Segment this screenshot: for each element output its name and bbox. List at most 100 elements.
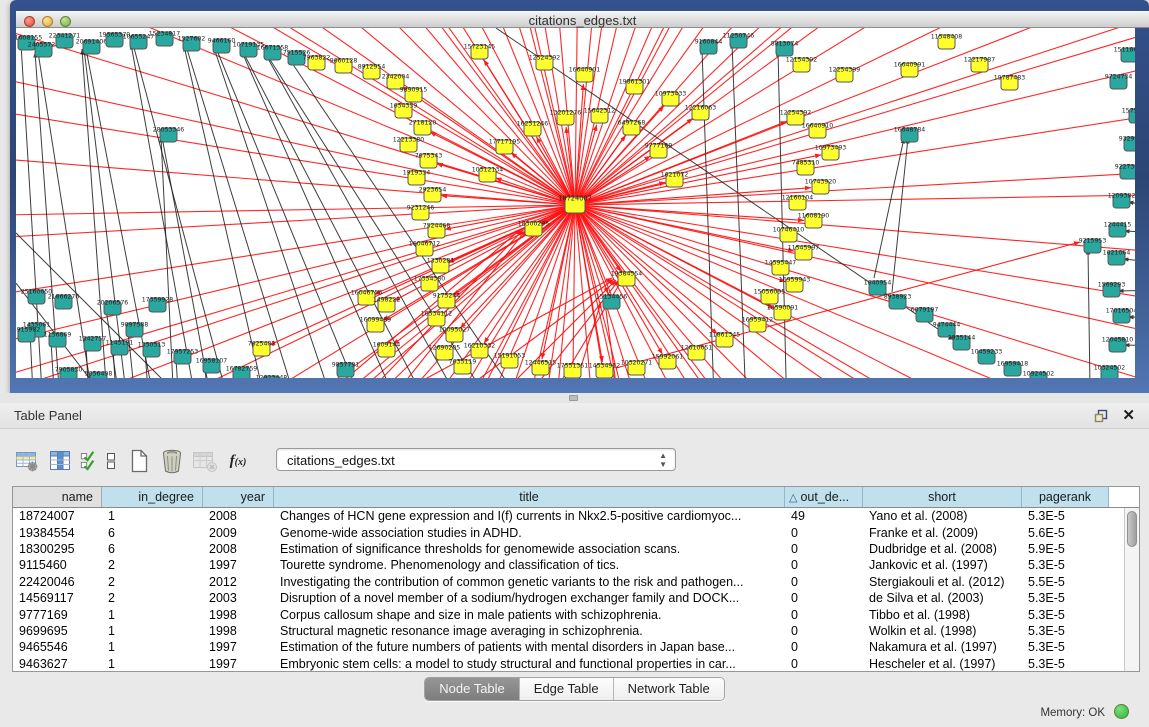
- table-cell[interactable]: 5.3E-5: [1022, 558, 1109, 572]
- table-cell[interactable]: 9465546: [13, 640, 102, 654]
- float-panel-icon[interactable]: [1093, 408, 1109, 424]
- table-cell[interactable]: 5.3E-5: [1022, 624, 1109, 638]
- table-cell[interactable]: 0: [785, 526, 863, 540]
- split-divider[interactable]: [0, 393, 1149, 403]
- table-cell[interactable]: Wolkin et al. (1998): [863, 624, 1022, 638]
- import-table-icon[interactable]: [192, 447, 218, 475]
- table-cell[interactable]: 0: [785, 657, 863, 671]
- table-cell[interactable]: 0: [785, 608, 863, 622]
- table-row[interactable]: 1456911722003Disruption of a novel membe…: [13, 590, 1139, 606]
- tab-network-table[interactable]: Network Table: [614, 678, 724, 700]
- column-header-short[interactable]: short: [863, 487, 1022, 507]
- divider-handle-icon[interactable]: [569, 395, 578, 401]
- table-cell[interactable]: 1: [102, 509, 203, 523]
- table-cell[interactable]: Investigating the contribution of common…: [274, 575, 785, 589]
- table-cell[interactable]: Dudbridge et al. (2008): [863, 542, 1022, 556]
- table-cell[interactable]: Yano et al. (2008): [863, 509, 1022, 523]
- table-row[interactable]: 2242004622012Investigating the contribut…: [13, 574, 1139, 590]
- table-cell[interactable]: 6: [102, 526, 203, 540]
- table-cell[interactable]: 1998: [203, 624, 274, 638]
- table-cell[interactable]: 5.3E-5: [1022, 640, 1109, 654]
- table-cell[interactable]: 5.3E-5: [1022, 657, 1109, 671]
- vertical-scrollbar[interactable]: [1124, 508, 1139, 671]
- memory-ok-icon[interactable]: [1114, 704, 1129, 719]
- table-cell[interactable]: 19384554: [13, 526, 102, 540]
- table-cell[interactable]: Corpus callosum shape and size in male p…: [274, 608, 785, 622]
- table-cell[interactable]: 9115460: [13, 558, 102, 572]
- table-cell[interactable]: Structural magnetic resonance image aver…: [274, 624, 785, 638]
- table-cell[interactable]: 1: [102, 640, 203, 654]
- table-cell[interactable]: Tourette syndrome. Phenomenology and cla…: [274, 558, 785, 572]
- column-header-pagerank[interactable]: pagerank: [1022, 487, 1109, 507]
- table-cell[interactable]: 18724007: [13, 509, 102, 523]
- column-header-title[interactable]: title: [274, 487, 785, 507]
- table-cell[interactable]: 0: [785, 558, 863, 572]
- delete-table-icon[interactable]: [159, 447, 185, 475]
- column-header-year[interactable]: year: [203, 487, 274, 507]
- table-cell[interactable]: 2: [102, 591, 203, 605]
- table-cell[interactable]: 0: [785, 542, 863, 556]
- table-cell[interactable]: 1: [102, 657, 203, 671]
- table-cell[interactable]: Hescheler et al. (1997): [863, 657, 1022, 671]
- table-row[interactable]: 946554611997Estimation of the future num…: [13, 639, 1139, 655]
- table-cell[interactable]: 5.3E-5: [1022, 591, 1109, 605]
- table-cell[interactable]: 5.3E-5: [1022, 509, 1109, 523]
- table-cell[interactable]: 0: [785, 575, 863, 589]
- table-cell[interactable]: 5.9E-5: [1022, 542, 1109, 556]
- table-settings-icon[interactable]: [14, 447, 40, 475]
- table-cell[interactable]: 9699695: [13, 624, 102, 638]
- select-rows-icon[interactable]: [80, 447, 96, 475]
- table-row[interactable]: 1872400712008Changes of HCN gene express…: [13, 508, 1139, 524]
- table-cell[interactable]: Stergiakouli et al. (2012): [863, 575, 1022, 589]
- column-header-out_de[interactable]: △out_de...: [785, 487, 863, 507]
- table-cell[interactable]: Estimation of significance thresholds fo…: [274, 542, 785, 556]
- table-cell[interactable]: 5.3E-5: [1022, 608, 1109, 622]
- table-cell[interactable]: 2003: [203, 591, 274, 605]
- table-cell[interactable]: Changes of HCN gene expression and I(f) …: [274, 509, 785, 523]
- table-cell[interactable]: 0: [785, 591, 863, 605]
- table-cell[interactable]: 18300295: [13, 542, 102, 556]
- table-cell[interactable]: 2: [102, 558, 203, 572]
- table-cell[interactable]: 5.6E-5: [1022, 526, 1109, 540]
- table-cell[interactable]: 2009: [203, 526, 274, 540]
- table-row[interactable]: 911546021997Tourette syndrome. Phenomeno…: [13, 557, 1139, 573]
- table-cell[interactable]: 2008: [203, 542, 274, 556]
- table-cell[interactable]: Franke et al. (2009): [863, 526, 1022, 540]
- table-cell[interactable]: 49: [785, 509, 863, 523]
- table-cell[interactable]: 1: [102, 624, 203, 638]
- table-cell[interactable]: Estimation of the future numbers of pati…: [274, 640, 785, 654]
- network-window-titlebar[interactable]: citations_edges.txt: [16, 11, 1149, 28]
- new-table-icon[interactable]: [126, 447, 152, 475]
- table-cell[interactable]: Nakamura et al. (1997): [863, 640, 1022, 654]
- table-cell[interactable]: 2: [102, 575, 203, 589]
- table-cell[interactable]: Jankovic et al. (1997): [863, 558, 1022, 572]
- table-cell[interactable]: 0: [785, 640, 863, 654]
- table-cell[interactable]: 1997: [203, 640, 274, 654]
- close-panel-icon[interactable]: ✕: [1122, 406, 1135, 424]
- table-cell[interactable]: 6: [102, 542, 203, 556]
- table-cell[interactable]: 9463627: [13, 657, 102, 671]
- column-header-in_degree[interactable]: in_degree: [102, 487, 203, 507]
- table-row[interactable]: 1938455462009Genome-wide association stu…: [13, 524, 1139, 540]
- tab-edge-table[interactable]: Edge Table: [520, 678, 614, 700]
- table-cell[interactable]: Embryonic stem cells: a model to study s…: [274, 657, 785, 671]
- table-cell[interactable]: 1997: [203, 657, 274, 671]
- table-cell[interactable]: Tibbo et al. (1998): [863, 608, 1022, 622]
- row-height-icon[interactable]: [103, 447, 119, 475]
- table-cell[interactable]: 2008: [203, 509, 274, 523]
- table-select-dropdown[interactable]: citations_edges.txt ▲▼: [276, 448, 676, 471]
- table-cell[interactable]: 2012: [203, 575, 274, 589]
- column-header-name[interactable]: name: [13, 487, 102, 507]
- scrollbar-thumb[interactable]: [1127, 511, 1137, 547]
- table-cell[interactable]: Disruption of a novel member of a sodium…: [274, 591, 785, 605]
- network-graph-canvas[interactable]: 2160815524055724223412712069140619565370…: [16, 28, 1135, 378]
- table-cell[interactable]: 1997: [203, 558, 274, 572]
- table-cell[interactable]: 9777169: [13, 608, 102, 622]
- table-cell[interactable]: de Silva et al. (2003): [863, 591, 1022, 605]
- select-columns-icon[interactable]: [47, 447, 73, 475]
- table-cell[interactable]: 22420046: [13, 575, 102, 589]
- function-builder-icon[interactable]: f(x): [225, 447, 251, 475]
- tab-node-table[interactable]: Node Table: [425, 678, 520, 700]
- table-row[interactable]: 1830029562008Estimation of significance …: [13, 541, 1139, 557]
- table-row[interactable]: 946362711997Embryonic stem cells: a mode…: [13, 656, 1139, 672]
